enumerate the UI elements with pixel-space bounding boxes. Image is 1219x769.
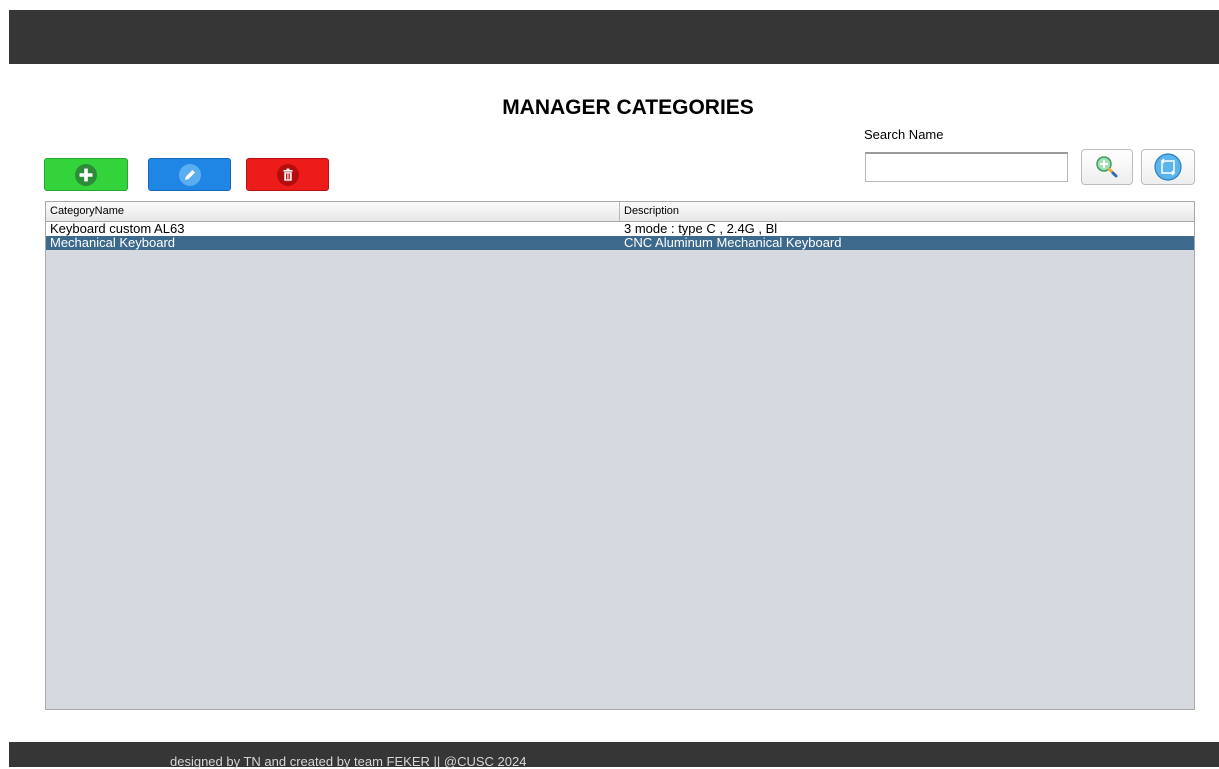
pencil-icon — [178, 163, 201, 186]
search-input[interactable] — [865, 152, 1068, 182]
footer-bar: designed by TN and created by team FEKER… — [9, 742, 1219, 769]
search-add-icon — [1096, 156, 1118, 178]
table-row[interactable]: Keyboard custom AL63 3 mode : type C , 2… — [46, 222, 1194, 236]
cell-description: CNC Aluminum Mechanical Keyboard — [624, 236, 842, 250]
column-header-category-name[interactable]: CategoryName — [46, 202, 620, 221]
add-button[interactable] — [44, 158, 128, 191]
cell-category-name: Keyboard custom AL63 — [50, 222, 185, 236]
refresh-icon — [1154, 153, 1182, 181]
app-window: MANAGER CATEGORIES Search Name CategoryN… — [9, 10, 1219, 769]
search-label: Search Name — [864, 127, 944, 142]
trash-icon — [276, 163, 299, 186]
delete-button[interactable] — [246, 158, 329, 191]
cell-category-name: Mechanical Keyboard — [50, 236, 176, 250]
plus-icon — [75, 163, 97, 186]
table-header: CategoryName Description — [46, 202, 1194, 222]
page-title: MANAGER CATEGORIES — [502, 96, 754, 119]
header-bar — [9, 10, 1219, 64]
search-button[interactable] — [1081, 149, 1133, 185]
cell-description: 3 mode : type C , 2.4G , Bl — [624, 222, 778, 236]
table-row-selected[interactable]: Mechanical Keyboard CNC Aluminum Mechani… — [46, 236, 1194, 250]
categories-table[interactable]: CategoryName Description Keyboard custom… — [45, 201, 1195, 710]
column-header-description[interactable]: Description — [620, 202, 1194, 221]
edit-button[interactable] — [148, 158, 231, 191]
refresh-button[interactable] — [1141, 149, 1195, 185]
